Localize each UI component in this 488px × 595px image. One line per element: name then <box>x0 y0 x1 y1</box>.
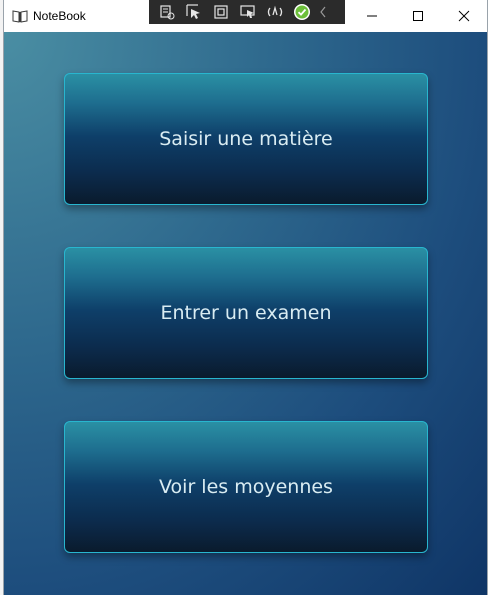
app-window: NoteBook Saisir une matière Entrer un ex… <box>3 0 488 595</box>
close-button[interactable] <box>441 0 487 32</box>
hot-reload-icon[interactable] <box>263 2 287 22</box>
view-averages-button[interactable]: Voir les moyennes <box>64 421 428 553</box>
maximize-icon <box>413 11 423 21</box>
title-bar[interactable]: NoteBook <box>4 0 487 32</box>
status-ok-icon[interactable] <box>290 2 314 22</box>
track-focus-icon[interactable] <box>236 2 260 22</box>
enter-subject-label: Saisir une matière <box>159 128 333 150</box>
maximize-button[interactable] <box>395 0 441 32</box>
close-icon <box>458 10 470 22</box>
display-layout-adorners-icon[interactable] <box>209 2 233 22</box>
live-visual-tree-icon[interactable] <box>155 2 179 22</box>
select-element-icon[interactable] <box>182 2 206 22</box>
minimize-button[interactable] <box>349 0 395 32</box>
caption-buttons <box>349 0 487 32</box>
main-content: Saisir une matière Entrer un examen Voir… <box>4 32 487 595</box>
window-title: NoteBook <box>33 9 86 23</box>
debug-toolbar <box>149 0 345 24</box>
enter-exam-label: Entrer un examen <box>160 302 332 324</box>
minimize-icon <box>367 15 377 17</box>
view-averages-label: Voir les moyennes <box>159 476 333 498</box>
enter-exam-button[interactable]: Entrer un examen <box>64 247 428 379</box>
collapse-icon[interactable] <box>317 2 329 22</box>
notebook-app-icon <box>12 9 28 23</box>
enter-subject-button[interactable]: Saisir une matière <box>64 73 428 205</box>
